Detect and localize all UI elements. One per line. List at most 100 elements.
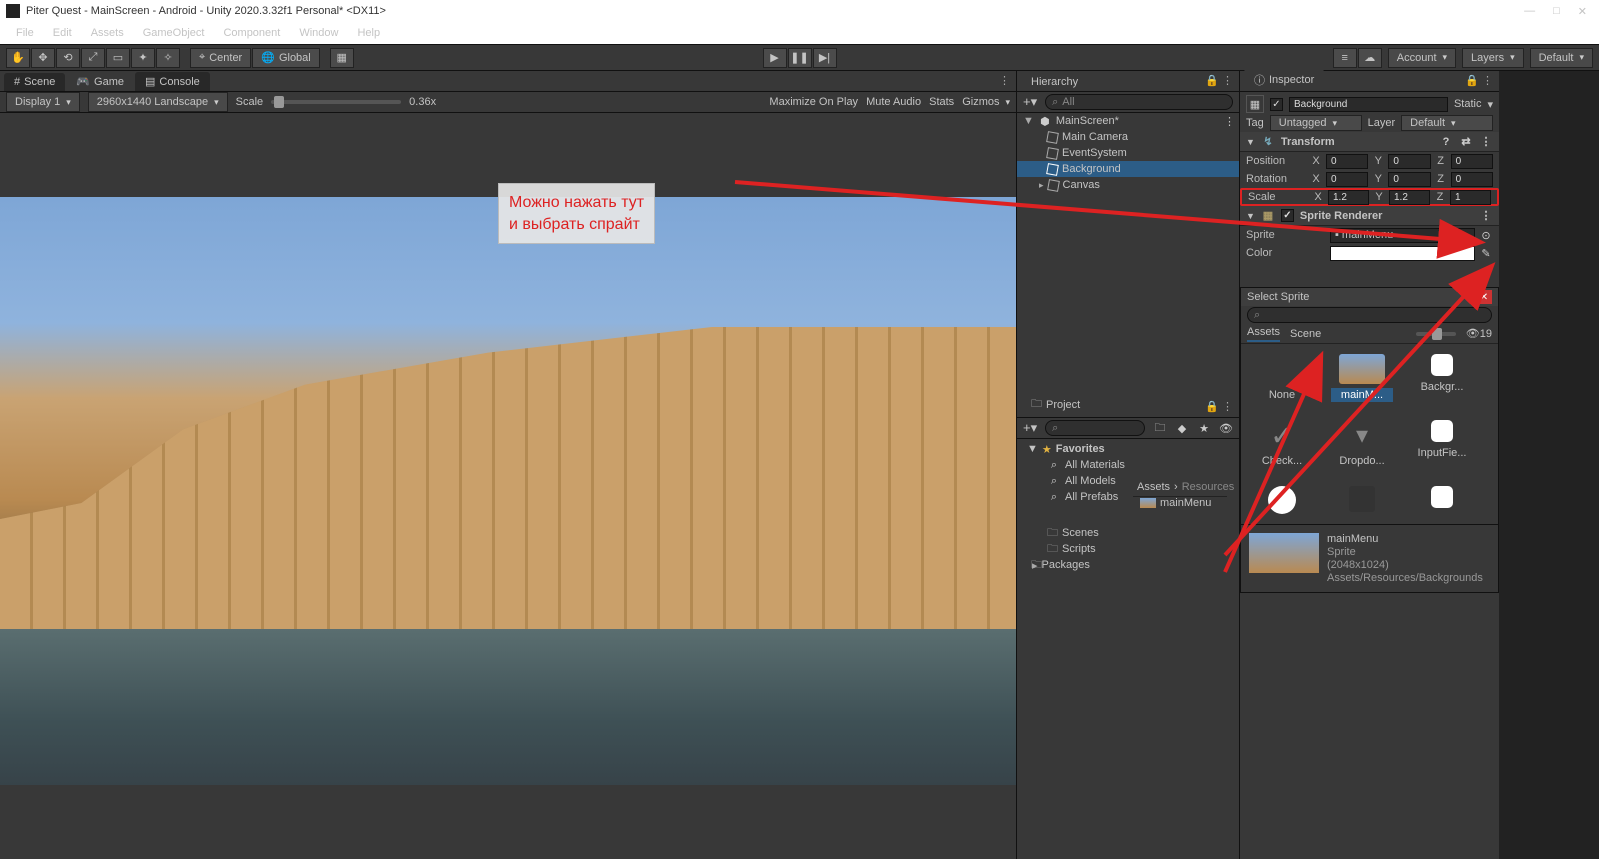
project-filter-icon[interactable]: 🗀 (1153, 421, 1167, 435)
sprite-item-inputfield[interactable]: InputFie... (1411, 420, 1473, 468)
resolution-dropdown[interactable]: 2960x1440 Landscape (88, 92, 228, 112)
pos-z-input[interactable]: 0 (1451, 154, 1493, 169)
tab-inspector[interactable]: ⓘInspector (1244, 69, 1324, 91)
menu-window[interactable]: Window (291, 25, 346, 41)
menu-edit[interactable]: Edit (45, 25, 80, 41)
layer-dropdown[interactable]: Default (1401, 115, 1493, 131)
snap-toggle-icon[interactable]: ▦ (330, 48, 354, 68)
preset-icon[interactable]: ⇄ (1459, 135, 1473, 149)
pos-x-input[interactable]: 0 (1326, 154, 1368, 169)
project-search-input[interactable] (1045, 420, 1145, 436)
tool-move-icon[interactable]: ✥ (31, 48, 55, 68)
account-dropdown[interactable]: Account (1388, 48, 1456, 68)
rot-z-input[interactable]: 0 (1451, 172, 1493, 187)
play-button[interactable]: ▶ (763, 48, 787, 68)
rot-y-input[interactable]: 0 (1388, 172, 1430, 187)
tab-hierarchy[interactable]: Hierarchy (1021, 73, 1088, 91)
scale-x-input[interactable]: 1.2 (1328, 190, 1369, 205)
space-toggle[interactable]: 🌐Global (252, 48, 320, 68)
gizmos-dropdown[interactable]: Gizmos (962, 92, 1010, 112)
static-dropdown[interactable]: ▾ (1487, 98, 1493, 111)
sprite-picker-button[interactable]: ⊙ (1479, 228, 1493, 242)
unity-icon: ⬢ (1038, 114, 1052, 128)
menu-gameobject[interactable]: GameObject (135, 25, 213, 41)
project-hidden-icon[interactable]: 👁 (1219, 421, 1233, 435)
project-asset-mainmenu[interactable]: mainMenu (1140, 497, 1211, 509)
select-sprite-grid[interactable]: None mainM... Backgr... ✓Check... ▾Dropd… (1241, 344, 1498, 524)
sprite-renderer-enabled-checkbox[interactable]: ✓ (1281, 209, 1294, 222)
tool-transform-icon[interactable]: ✦ (131, 48, 155, 68)
tool-custom-icon[interactable]: ✧ (156, 48, 180, 68)
project-breadcrumb[interactable]: Assets›Resources (1133, 477, 1227, 497)
menu-help[interactable]: Help (349, 25, 388, 41)
layers-dropdown[interactable]: Layers (1462, 48, 1524, 68)
sprite-object-field[interactable]: ▪mainMenu (1330, 228, 1475, 243)
rot-x-input[interactable]: 0 (1326, 172, 1368, 187)
mute-audio-toggle[interactable]: Mute Audio (866, 96, 921, 108)
tool-rotate-icon[interactable]: ⟲ (56, 48, 80, 68)
select-sprite-zoom-slider[interactable] (1416, 332, 1456, 336)
tab-scene[interactable]: #Scene (4, 73, 65, 91)
game-view[interactable]: Можно нажать тут и выбрать спрайт Можно … (0, 113, 1016, 859)
select-sprite-close-button[interactable]: ✕ (1476, 290, 1492, 304)
pivot-toggle[interactable]: ⌖Center (190, 48, 251, 68)
tab-project[interactable]: 🗀Project (1021, 392, 1090, 417)
cloud-icon[interactable]: ☁ (1358, 48, 1382, 68)
menu-assets[interactable]: Assets (83, 25, 132, 41)
pos-y-input[interactable]: 0 (1388, 154, 1430, 169)
layout-dropdown[interactable]: Default (1530, 48, 1593, 68)
gameobject-name-input[interactable] (1289, 97, 1448, 112)
sprite-item-checkmark[interactable]: ✓Check... (1251, 420, 1313, 468)
tool-scale-icon[interactable]: ⤢ (81, 48, 105, 68)
sprite-item-extra2[interactable] (1411, 486, 1473, 520)
tool-rect-icon[interactable]: ▭ (106, 48, 130, 68)
tab-game[interactable]: 🎮Game (66, 72, 134, 91)
select-sprite-search-input[interactable] (1247, 307, 1492, 323)
window-close[interactable]: ✕ (1578, 5, 1587, 18)
scale-row-highlight: Scale X1.2 Y1.2 Z1 (1240, 188, 1499, 206)
project-create-dropdown[interactable]: +▾ (1023, 420, 1037, 436)
sprite-item-mainmenu[interactable]: mainM... (1331, 354, 1393, 402)
hierarchy-menu-icon[interactable]: 🔒 ⋮ (1205, 74, 1233, 87)
menu-file[interactable]: File (8, 25, 42, 41)
component-menu-icon[interactable]: ⋮ (1479, 135, 1493, 149)
window-maximize[interactable]: □ (1553, 5, 1560, 18)
inspector-menu-icon[interactable]: 🔒 ⋮ (1465, 74, 1493, 87)
tab-console[interactable]: ▤Console (135, 72, 210, 91)
window-minimize[interactable]: — (1524, 5, 1535, 18)
pause-button[interactable]: ❚❚ (788, 48, 812, 68)
transform-header[interactable]: ▼↯ Transform ? ⇄ ⋮ (1240, 132, 1499, 152)
tab-menu-icon[interactable]: ⋮ (999, 74, 1010, 87)
project-menu-icon[interactable]: 🔒 ⋮ (1205, 400, 1233, 413)
stats-toggle[interactable]: Stats (929, 96, 954, 108)
hierarchy-create-dropdown[interactable]: +▾ (1023, 94, 1037, 110)
menu-component[interactable]: Component (215, 25, 288, 41)
tool-hand-icon[interactable]: ✋ (6, 48, 30, 68)
sprite-renderer-header[interactable]: ▼▦ ✓ Sprite Renderer ⋮ (1240, 206, 1499, 226)
scale-z-input[interactable]: 1 (1450, 190, 1491, 205)
scale-slider[interactable] (271, 100, 401, 104)
project-label-icon[interactable]: ★ (1197, 421, 1211, 435)
maximize-on-play-toggle[interactable]: Maximize On Play (769, 96, 858, 108)
sprite-item-none[interactable]: None (1251, 354, 1313, 402)
step-button[interactable]: ▶| (813, 48, 837, 68)
color-field[interactable] (1330, 246, 1475, 261)
scale-y-input[interactable]: 1.2 (1389, 190, 1430, 205)
hierarchy-search-input[interactable]: All (1045, 94, 1233, 110)
sprite-item-knob[interactable] (1251, 486, 1313, 520)
select-sprite-tab-scene[interactable]: Scene (1290, 328, 1321, 340)
sprite-item-extra[interactable] (1331, 486, 1393, 520)
select-sprite-tab-assets[interactable]: Assets (1247, 326, 1280, 342)
tag-dropdown[interactable]: Untagged (1270, 115, 1362, 131)
hierarchy-tree[interactable]: ▼⬢MainScreen*⋮ Main Camera EventSystem B… (1017, 113, 1239, 397)
sprite-item-background[interactable]: Backgr... (1411, 354, 1473, 402)
help-icon[interactable]: ? (1439, 135, 1453, 149)
gameobject-active-checkbox[interactable]: ✓ (1270, 98, 1283, 111)
gameobject-icon[interactable]: ▦ (1246, 95, 1264, 113)
sprite-item-dropdown[interactable]: ▾Dropdo... (1331, 420, 1393, 468)
collab-icon[interactable]: ≡ (1333, 48, 1357, 68)
display-dropdown[interactable]: Display 1 (6, 92, 80, 112)
hidden-count[interactable]: 👁19 (1466, 327, 1492, 340)
project-type-icon[interactable]: ◆ (1175, 421, 1189, 435)
color-picker-icon[interactable]: ✎ (1479, 246, 1493, 260)
